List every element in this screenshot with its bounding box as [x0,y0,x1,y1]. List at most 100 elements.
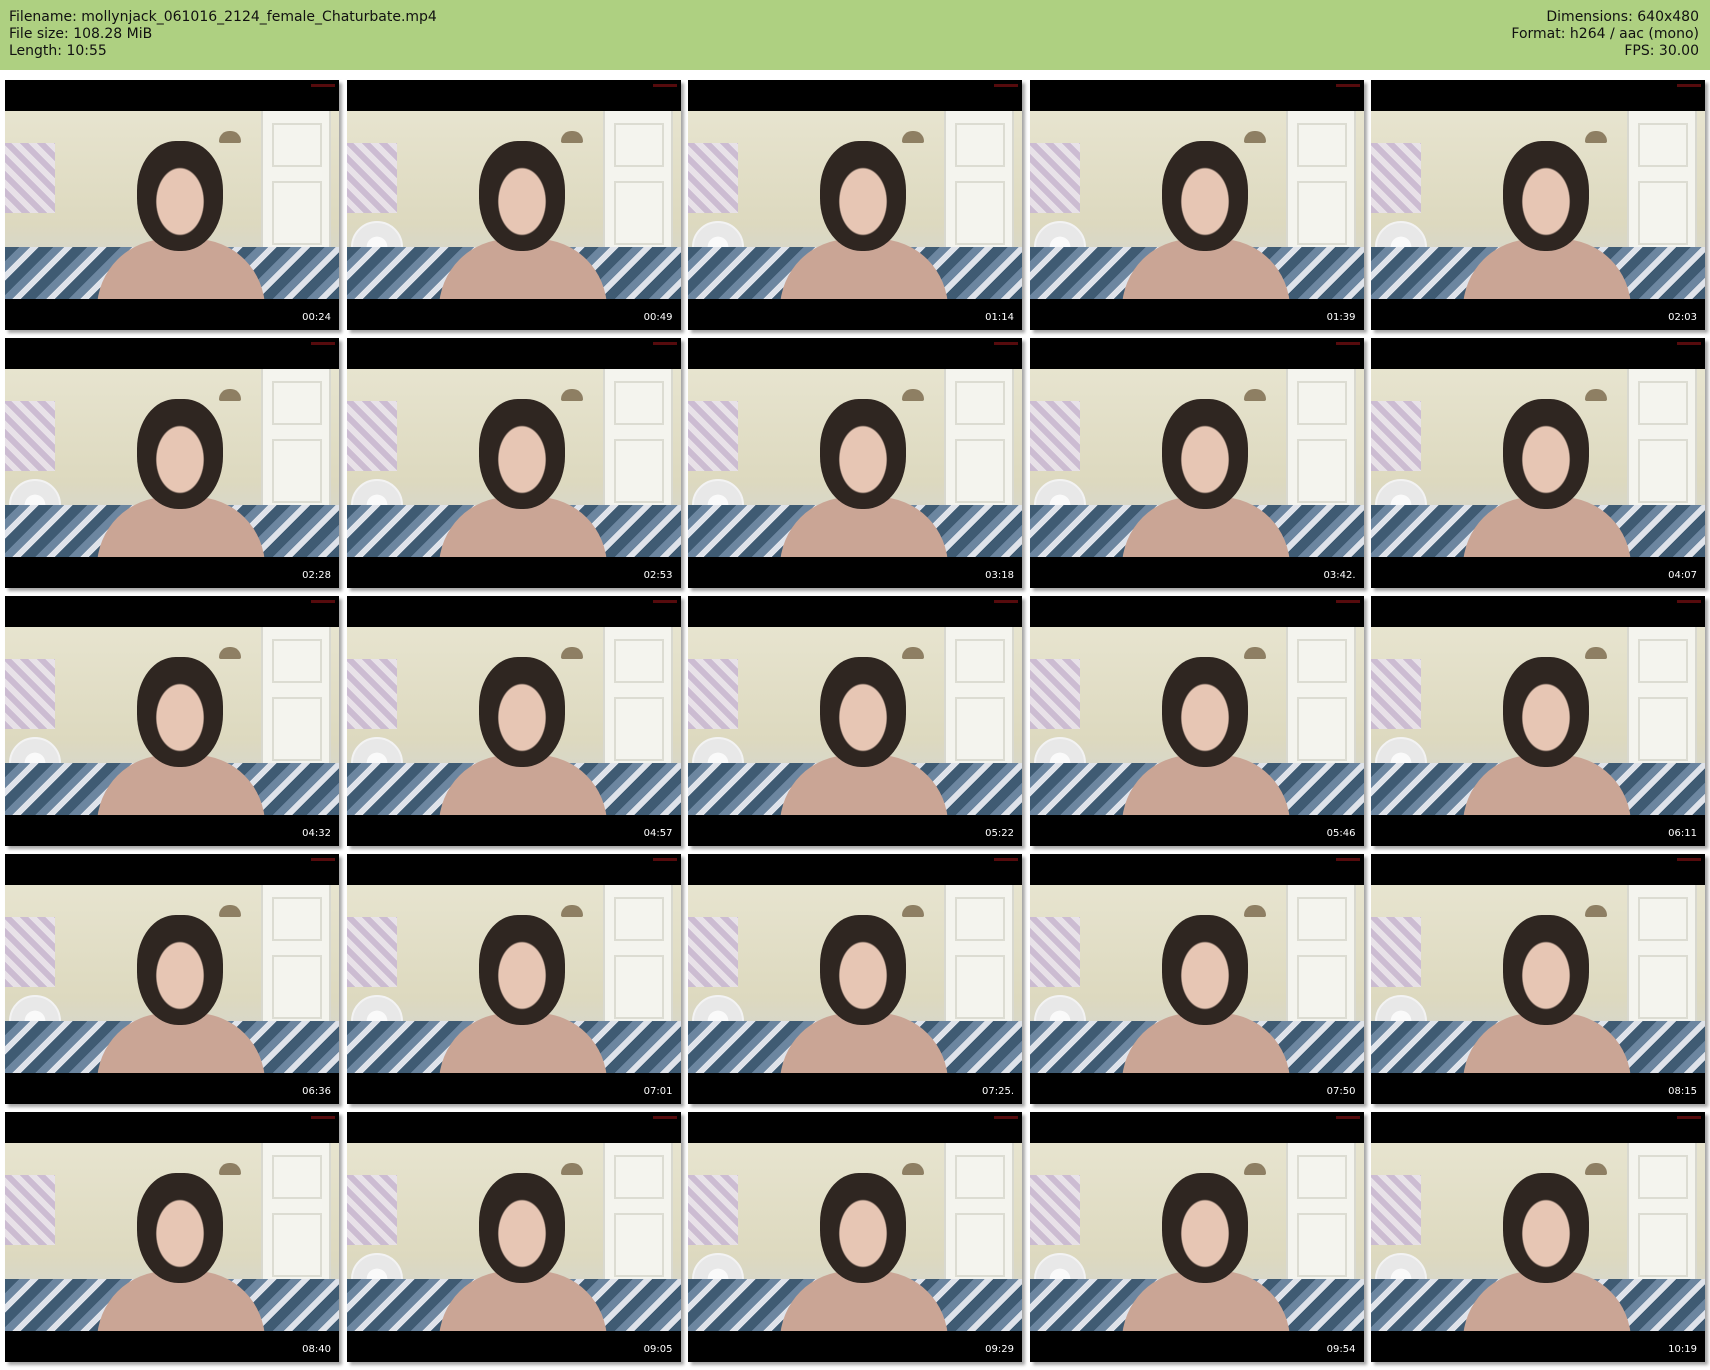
thumbnail[interactable]: 04:32 [5,596,339,846]
shelf [346,143,397,213]
overlay-mark [1677,84,1701,87]
thumbnail[interactable]: 00:49 [346,80,681,330]
thumbnail[interactable]: 02:53 [346,338,681,588]
thumbnail[interactable]: 04:07 [1371,338,1705,588]
overlay-mark [1677,342,1701,345]
thumbnail[interactable]: 09:29 [688,1112,1022,1362]
lamp [1243,389,1266,401]
thumbnail[interactable]: 02:28 [5,338,339,588]
thumbnail[interactable]: 01:14 [688,80,1022,330]
overlay-mark [652,600,677,603]
lamp [1585,131,1607,143]
length-text: Length: 10:55 [9,43,107,59]
door [944,885,1014,1037]
shelf [346,917,397,987]
lamp [1585,389,1607,401]
thumbnail[interactable]: 08:15 [1371,854,1705,1104]
timecode: 04:57 [643,828,673,839]
thumbnail[interactable]: 09:54 [1029,1112,1364,1362]
person-head [1161,399,1248,509]
person-head [1161,141,1248,251]
video-frame [688,111,1022,299]
door [602,1143,673,1295]
shelf [1371,1175,1421,1245]
shelf [346,659,397,729]
door [602,111,673,263]
timecode: 05:22 [985,828,1014,839]
person-head [478,657,565,767]
thumbnail[interactable]: 07:25. [688,854,1022,1104]
overlay-mark [994,84,1018,87]
overlay-mark [311,600,335,603]
video-frame [688,627,1022,815]
timecode: 02:03 [1668,312,1697,323]
overlay-mark [652,342,677,345]
lamp [1243,905,1266,917]
shelf [5,401,55,471]
video-frame [1371,111,1705,299]
timecode: 01:14 [985,312,1014,323]
video-frame [1029,627,1364,815]
lamp [219,647,241,659]
shelf [1371,401,1421,471]
lamp [902,1163,924,1175]
thumbnail[interactable]: 08:40 [5,1112,339,1362]
overlay-mark [311,1116,335,1119]
shelf [688,917,738,987]
lamp [1585,647,1607,659]
thumbnail[interactable]: 05:46 [1029,596,1364,846]
thumbnail[interactable]: 04:57 [346,596,681,846]
overlay-mark [1677,858,1701,861]
door [261,885,331,1037]
video-frame [1371,369,1705,557]
thumbnail[interactable]: 06:11 [1371,596,1705,846]
thumbnail[interactable]: 00:24 [5,80,339,330]
thumbnail[interactable]: 07:50 [1029,854,1364,1104]
timecode: 03:42. [1323,570,1356,581]
door [602,369,673,521]
thumbnail[interactable]: 09:05 [346,1112,681,1362]
lamp [560,131,583,143]
lamp [1243,1163,1266,1175]
timecode: 00:24 [302,312,331,323]
timecode: 04:32 [302,828,331,839]
thumbnail[interactable]: 03:42. [1029,338,1364,588]
timecode: 07:50 [1326,1086,1356,1097]
timecode: 09:05 [643,1344,673,1355]
video-frame [1029,885,1364,1073]
door [261,369,331,521]
thumbnail[interactable]: 10:19 [1371,1112,1705,1362]
thumbnail[interactable]: 03:18 [688,338,1022,588]
thumbnail[interactable]: 06:36 [5,854,339,1104]
video-frame [1029,369,1364,557]
lamp [902,647,924,659]
lamp [1585,905,1607,917]
timecode: 02:53 [643,570,673,581]
door [1285,627,1356,779]
person-head [1503,399,1589,509]
person-head [478,1173,565,1283]
shelf [688,401,738,471]
filename-text: Filename: mollynjack_061016_2124_female_… [9,9,437,25]
thumbnail[interactable]: 07:01 [346,854,681,1104]
overlay-mark [1677,1116,1701,1119]
overlay-mark [994,858,1018,861]
lamp [902,389,924,401]
thumbnail[interactable]: 05:22 [688,596,1022,846]
shelf [5,143,55,213]
timecode: 06:36 [302,1086,331,1097]
thumbnail[interactable]: 01:39 [1029,80,1364,330]
person-head [820,915,906,1025]
thumbnail[interactable]: 02:03 [1371,80,1705,330]
overlay-mark [311,858,335,861]
shelf [1029,917,1080,987]
video-frame [5,1143,339,1331]
video-frame [5,369,339,557]
person-head [137,915,223,1025]
lamp [1243,131,1266,143]
overlay-mark [1335,1116,1360,1119]
timecode: 01:39 [1326,312,1356,323]
timecode: 05:46 [1326,828,1356,839]
overlay-mark [994,342,1018,345]
person-head [137,141,223,251]
